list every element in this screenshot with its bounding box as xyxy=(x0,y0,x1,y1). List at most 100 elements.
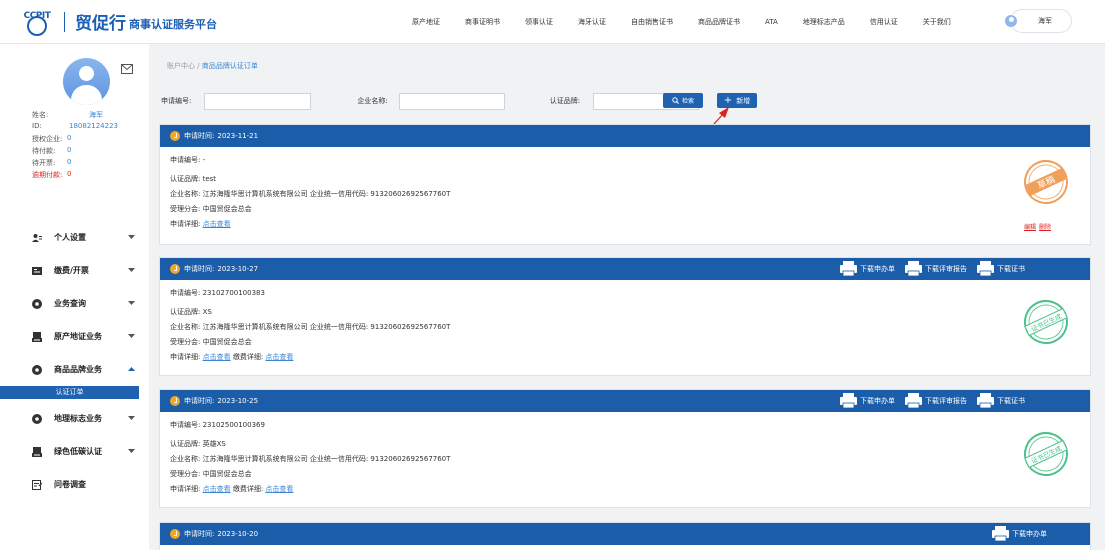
view-fee-link[interactable]: 点击查看 xyxy=(265,485,293,493)
credit-code-label: 企业统一信用代码: xyxy=(309,455,369,463)
download-actions: 下载申办单 下载评审报告 下载证书 xyxy=(830,261,1025,276)
brand-value: XS xyxy=(202,308,212,316)
name-label: 姓名: xyxy=(32,111,49,119)
chevron-down-icon xyxy=(128,268,135,272)
chevron-down-icon xyxy=(128,449,135,453)
chevron-down-icon xyxy=(128,334,135,338)
auth-company-label: 授权企业: xyxy=(32,135,63,143)
branch-label: 受理分会: xyxy=(170,338,201,346)
company-label: 企业名称: xyxy=(170,190,201,198)
edit-link[interactable]: 编辑 xyxy=(1024,224,1036,231)
order-card: 申请时间: 2023-10-27 下载申办单 下载评审报告 下载证书 申请编号:… xyxy=(159,257,1091,376)
company-label: 企业名称: xyxy=(170,323,201,331)
pending-pay-value[interactable]: 0 xyxy=(67,146,71,158)
company-label: 企业名称: xyxy=(170,455,201,463)
logo-subtitle: 商事认证服务平台 xyxy=(129,17,217,31)
nav-hague[interactable]: 海牙认证 xyxy=(578,17,606,27)
download-form-button[interactable]: 下载申办单 xyxy=(840,393,895,408)
company-input[interactable] xyxy=(398,92,505,110)
credit-code-value: 91320602692567760T xyxy=(370,190,451,198)
order-card: 申请时间: 2023-11-21 申请编号: - 认证品牌: test 企业名称… xyxy=(159,124,1091,245)
detail-label: 申请详细: xyxy=(170,353,201,361)
nav-commercial-cert[interactable]: 商事证明书 xyxy=(465,17,500,27)
cert-generated-stamp-icon: 证书已生成 xyxy=(1024,432,1068,476)
download-form-button[interactable]: 下载申办单 xyxy=(992,526,1047,541)
view-fee-link[interactable]: 点击查看 xyxy=(265,353,293,361)
apply-no-label: 申请编号: xyxy=(161,97,192,105)
nav-about[interactable]: 关于我们 xyxy=(923,17,951,27)
view-detail-link[interactable]: 点击查看 xyxy=(203,220,231,228)
branch-value: 中国贸促会总会 xyxy=(202,205,252,213)
breadcrumb-root[interactable]: 账户中心 xyxy=(167,62,195,70)
pending-invoice-value[interactable]: 0 xyxy=(67,158,71,170)
company-value: 江苏海隆华思计算机系统有限公司 xyxy=(202,190,308,198)
download-review-button[interactable]: 下载评审报告 xyxy=(905,393,967,408)
sidebar-item-origin-business[interactable]: 原产地证业务 xyxy=(0,320,149,353)
apply-no-input[interactable] xyxy=(204,92,312,110)
ccpit-logo-icon: CCPIT xyxy=(18,8,56,36)
overdue-label: 逾期付款: xyxy=(32,171,63,179)
user-menu[interactable]: 海军 xyxy=(1004,9,1072,33)
download-form-button[interactable]: 下载申办单 xyxy=(840,261,895,276)
branch-label: 受理分会: xyxy=(170,470,201,478)
printer-icon xyxy=(977,393,994,408)
company-value: 江苏海隆华思计算机系统有限公司 xyxy=(202,323,308,331)
auth-company-value[interactable]: 0 xyxy=(67,134,71,146)
sidebar-item-survey[interactable]: 问卷调查 xyxy=(0,468,149,501)
download-actions: 下载申办单 下载评审报告 下载证书 xyxy=(830,393,1025,408)
nav-brand-cert[interactable]: 商品品牌证书 xyxy=(698,17,740,27)
breadcrumb-separator: / xyxy=(197,62,200,70)
nav-free-sale[interactable]: 自由销售证书 xyxy=(631,17,673,27)
credit-code-value: 91320602692567760T xyxy=(370,455,451,463)
brand-value: 英雄XS xyxy=(202,440,226,448)
overdue-value[interactable]: 0 xyxy=(67,170,71,182)
download-cert-button[interactable]: 下载证书 xyxy=(977,261,1025,276)
nav-consular[interactable]: 领事认证 xyxy=(525,17,553,27)
logo[interactable]: CCPIT 贸促行 商事认证服务平台 xyxy=(18,8,217,36)
sidebar-item-brand-business[interactable]: 商品品牌业务 xyxy=(0,353,149,386)
profile-avatar xyxy=(63,58,110,105)
nav-credit[interactable]: 信用认证 xyxy=(870,17,898,27)
fee-detail-label: 缴费详细: xyxy=(232,485,264,493)
apply-no-label: 申请编号: xyxy=(170,289,201,297)
avatar xyxy=(1004,14,1018,28)
order-card-header: 申请时间: 2023-10-27 下载申办单 下载评审报告 下载证书 xyxy=(160,258,1090,280)
mail-icon[interactable] xyxy=(121,64,133,74)
nav-geo-product[interactable]: 地理标志产品 xyxy=(803,17,845,27)
cert-generated-stamp-icon: 证书已生成 xyxy=(1024,300,1068,344)
apply-time-label: 申请时间: xyxy=(184,397,215,405)
sidebar-item-payment-invoice[interactable]: 缴费/开票 xyxy=(0,254,149,287)
sidebar: 姓名: 海军 ID: 18082124223 授权企业: 0 待付款: 0 待开票: 0 … xyxy=(0,44,149,550)
sidebar-item-label: 商品品牌业务 xyxy=(54,365,102,374)
download-review-button[interactable]: 下载评审报告 xyxy=(905,261,967,276)
view-detail-link[interactable]: 点击查看 xyxy=(203,353,231,361)
order-card: 申请时间: 2023-10-20 下载申办单 xyxy=(159,522,1091,550)
order-card-header: 申请时间: 2023-11-21 xyxy=(160,125,1090,147)
delete-link[interactable]: 删除 xyxy=(1039,224,1051,231)
survey-icon xyxy=(32,479,42,490)
user-name: 海军 xyxy=(1038,17,1052,25)
sidebar-item-green-cert[interactable]: 绿色低碳认证 xyxy=(0,435,149,468)
sidebar-subitem-cert-orders[interactable]: 认证订单 xyxy=(0,386,139,399)
apply-time-value: 2023-10-25 xyxy=(217,397,259,405)
sidebar-menu: 个人设置 缴费/开票 业务查询 原产地证业务 商品品牌业务 认证订单 地理标志业… xyxy=(0,221,149,501)
sidebar-item-business-query[interactable]: 业务查询 xyxy=(0,287,149,320)
apply-no-value: 23102500100369 xyxy=(202,421,265,429)
printer-icon xyxy=(840,261,857,276)
download-cert-button[interactable]: 下载证书 xyxy=(977,393,1025,408)
branch-value: 中国贸促会总会 xyxy=(202,470,252,478)
chevron-down-icon xyxy=(128,301,135,305)
brand-label: 认证品牌: xyxy=(549,97,581,105)
nav-origin-cert[interactable]: 原产地证 xyxy=(412,17,440,27)
logo-title: 贸促行 xyxy=(75,14,126,34)
sidebar-item-geo-business[interactable]: 地理标志业务 xyxy=(0,402,149,435)
add-button-label: 新增 xyxy=(736,96,751,105)
sidebar-item-label: 绿色低碳认证 xyxy=(54,447,102,456)
sidebar-item-label: 问卷调查 xyxy=(54,480,86,489)
nav-ata[interactable]: ATA xyxy=(765,18,778,26)
sidebar-item-personal-settings[interactable]: 个人设置 xyxy=(0,221,149,254)
view-detail-link[interactable]: 点击查看 xyxy=(203,485,231,493)
apply-no-label: 申请编号: xyxy=(170,156,201,164)
printer-icon xyxy=(992,526,1009,541)
id-value: 18082124223 xyxy=(69,122,118,130)
